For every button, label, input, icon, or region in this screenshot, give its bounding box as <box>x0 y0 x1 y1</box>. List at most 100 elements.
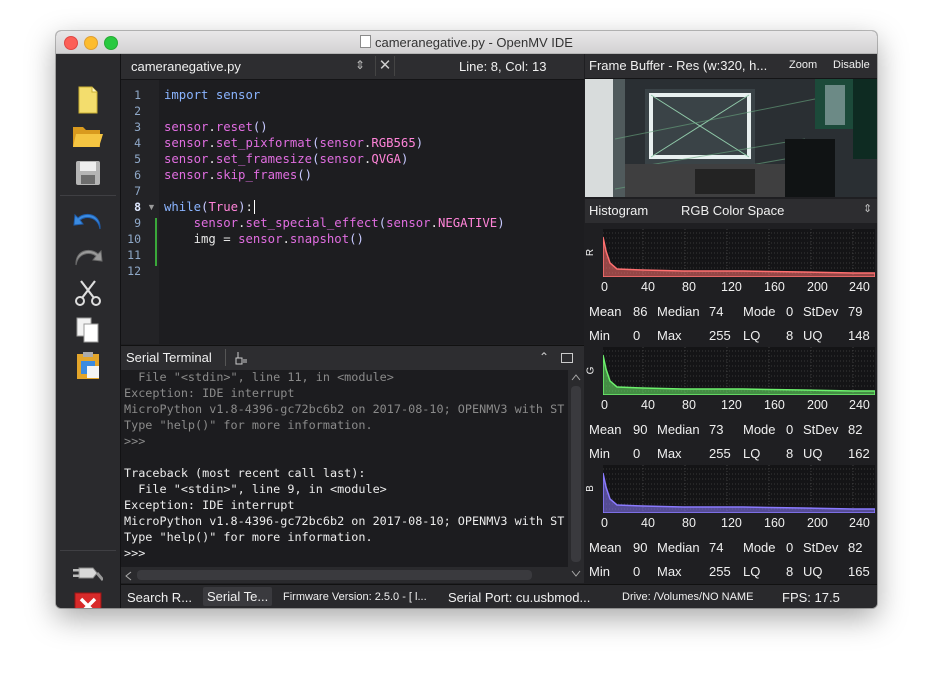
disable-toggle[interactable]: Disable <box>833 59 870 71</box>
stat-label-mode: Mode <box>743 304 776 319</box>
stat-label-mean: Mean <box>589 422 622 437</box>
stat-value-mode: 0 <box>786 304 794 319</box>
firmware-version[interactable]: Firmware Version: 2.5.0 - [ l... <box>283 591 427 603</box>
stat-label-stdev: StDev <box>803 304 839 319</box>
stat-value-mode: 0 <box>786 422 794 437</box>
channel-label: R <box>585 248 597 257</box>
serial-terminal-output[interactable]: File "<stdin>", line 11, in <module> Exc… <box>121 370 568 567</box>
terminal-vertical-scrollbar[interactable] <box>568 370 584 583</box>
paste-icon <box>77 352 99 379</box>
code-line: img = sensor.snapshot() <box>193 232 364 246</box>
stat-label-stdev: StDev <box>803 540 839 555</box>
zoom-toggle[interactable]: Zoom <box>789 59 817 71</box>
ide-window: cameranegative.py - OpenMV IDE cameraneg… <box>56 31 877 608</box>
color-space-arrows-icon[interactable]: ⇕ <box>863 202 872 215</box>
editor-header: cameranegative.py ⇕ ✕ Line: 8, Col: 13 <box>121 54 584 80</box>
line-number: 3 <box>134 120 141 134</box>
terminal-line: Type "help()" for more information. <box>124 530 373 544</box>
cursor-position: Line: 8, Col: 13 <box>459 59 547 74</box>
histogram-header: Histogram RGB Color Space ⇕ <box>585 199 877 223</box>
histogram-channel-r: R 0 40 80 120 160 200 240 Mean 86 Median 74 Mode 0 StD… <box>585 223 877 343</box>
undo-icon <box>73 213 101 230</box>
histogram-label: Histogram <box>589 203 649 218</box>
main-toolbar <box>56 54 121 608</box>
scrollbar-thumb[interactable] <box>137 570 532 580</box>
terminal-line: Exception: IDE interrupt <box>124 386 295 400</box>
line-number: 5 <box>134 152 141 166</box>
paste-button[interactable] <box>72 351 104 381</box>
line-number-current: 8 <box>134 200 141 214</box>
axis-tick-label: 200 <box>807 516 828 530</box>
histogram-channel-g: G 0 40 80 120 160 200 240 Mean 90 Median 73 Mode 0 StD… <box>585 341 877 461</box>
redo-button[interactable] <box>72 242 104 272</box>
code-line: sensor.set_pixformat(sensor.RGB565) <box>164 136 424 150</box>
channel-label: B <box>584 485 596 492</box>
close-file-button[interactable]: ✕ <box>375 56 395 76</box>
undo-button[interactable] <box>72 206 104 236</box>
change-marker <box>155 218 157 266</box>
serial-port[interactable]: Serial Port: cu.usbmod... <box>448 590 590 605</box>
file-selector-arrows-icon[interactable]: ⇕ <box>355 58 365 72</box>
stat-value-stdev: 82 <box>848 540 863 555</box>
terminal-line: Type "help()" for more information. <box>124 418 373 432</box>
line-number: 6 <box>134 168 141 182</box>
stat-label-mode: Mode <box>743 422 776 437</box>
stat-value-mode: 0 <box>786 540 794 555</box>
histogram-area: R 0 40 80 120 160 200 240 Mean 86 Median 74 Mode 0 StD… <box>585 223 877 583</box>
axis-tick-label: 160 <box>764 398 785 412</box>
line-number: 11 <box>127 248 141 262</box>
stat-value-uq: 165 <box>848 564 870 579</box>
open-file-button[interactable] <box>72 121 104 151</box>
scroll-down-icon[interactable] <box>571 570 581 578</box>
clear-terminal-icon[interactable] <box>234 351 248 365</box>
stat-label-median: Median <box>657 422 700 437</box>
toolbar-divider <box>60 195 116 196</box>
scrollbar-thumb[interactable] <box>571 386 581 562</box>
axis-tick-label: 240 <box>849 280 870 294</box>
stat-value-lq: 8 <box>786 564 794 579</box>
axis-tick-label: 240 <box>849 398 870 412</box>
drive-path[interactable]: Drive: /Volumes/NO NAME <box>622 591 753 603</box>
collapse-panel-icon[interactable]: ⌃ <box>539 350 549 364</box>
axis-tick-label: 200 <box>807 398 828 412</box>
axis-tick-label: 80 <box>682 398 696 412</box>
code-editor[interactable]: import sensor sensor.reset() sensor.set_… <box>159 80 584 344</box>
fps-readout: FPS: 17.5 <box>782 590 840 605</box>
axis-tick-label: 40 <box>641 516 655 530</box>
histogram-plot-b <box>603 465 875 513</box>
scroll-left-icon[interactable] <box>124 571 132 581</box>
frame-buffer-image <box>585 79 877 197</box>
stat-label-min: Min <box>589 564 610 579</box>
search-results-tab[interactable]: Search R... <box>127 590 192 605</box>
axis-tick-label: 0 <box>601 280 608 294</box>
axis-tick-label: 40 <box>641 398 655 412</box>
code-line: while(True): <box>164 200 255 214</box>
terminal-line: >>> <box>124 434 146 448</box>
stat-value-median: 74 <box>709 304 724 319</box>
axis-tick-label: 80 <box>682 516 696 530</box>
copy-button[interactable] <box>72 315 104 345</box>
code-line: sensor.set_framesize(sensor.QVGA) <box>164 152 409 166</box>
terminal-horizontal-scrollbar[interactable] <box>121 567 568 583</box>
terminal-line: MicroPython v1.8-4396-gc72bc6b2 on 2017-… <box>124 402 565 416</box>
color-space-selector[interactable]: RGB Color Space <box>681 203 784 218</box>
serial-terminal-tab[interactable]: Serial Te... <box>203 587 273 606</box>
stat-label-median: Median <box>657 304 700 319</box>
frame-buffer-title: Frame Buffer - Res (w:320, h... <box>589 58 768 73</box>
stop-button[interactable] <box>72 591 104 608</box>
stat-value-median: 74 <box>709 540 724 555</box>
save-icon <box>76 161 100 185</box>
line-number: 9 <box>134 216 141 230</box>
maximize-panel-icon[interactable] <box>561 353 573 363</box>
cut-button[interactable] <box>72 278 104 308</box>
copy-icon <box>76 317 99 343</box>
editor-file-selector[interactable]: cameranegative.py <box>131 59 241 74</box>
stat-label-mean: Mean <box>589 304 622 319</box>
title-bar: cameranegative.py - OpenMV IDE <box>56 31 877 54</box>
scroll-up-icon[interactable] <box>571 373 581 381</box>
save-button[interactable] <box>72 158 104 188</box>
connect-button[interactable] <box>72 558 104 588</box>
fold-marker-icon[interactable]: ▼ <box>147 202 156 212</box>
stat-value-stdev: 79 <box>848 304 863 319</box>
new-file-button[interactable] <box>72 85 104 115</box>
